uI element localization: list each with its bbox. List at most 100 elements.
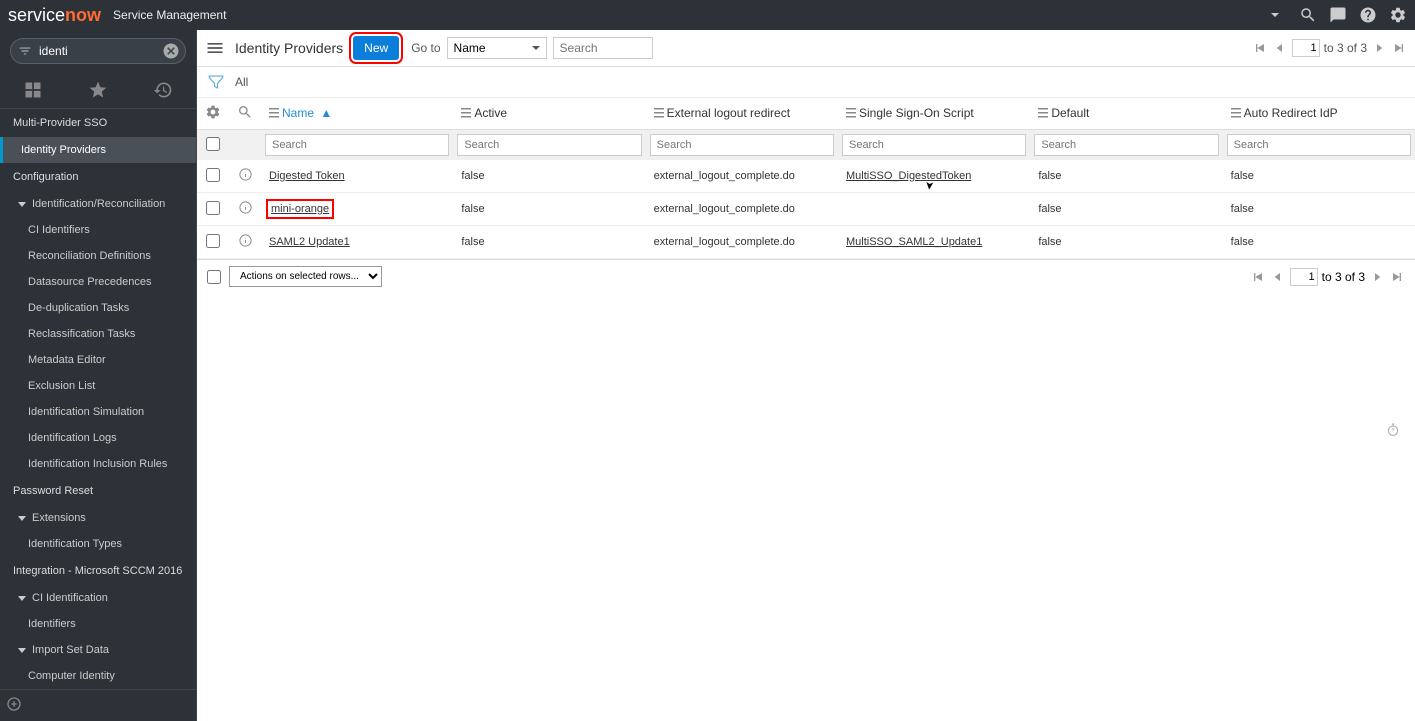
nav-tree[interactable]: Multi-Provider SSOIdentity ProvidersConf… [0,109,196,689]
nav-sub-item[interactable]: Reclassification Tasks [0,321,196,347]
goto-search-input[interactable] [553,37,653,59]
name-link[interactable]: mini-orange [269,202,331,216]
sidebar: Multi-Provider SSOIdentity ProvidersConf… [0,30,197,721]
nav-sub-item[interactable]: Exclusion List [0,373,196,399]
search-icon[interactable] [1299,6,1317,24]
nav-sub-item[interactable]: Computer Identity [0,663,196,689]
active-cell: false [453,160,645,193]
column-header[interactable]: Default [1030,98,1222,130]
column-search-input[interactable] [1227,134,1411,156]
table-row: SAML2 Update1falseexternal_logout_comple… [197,226,1415,259]
info-icon[interactable] [229,226,261,259]
footer-select-all[interactable] [207,270,221,284]
filter-funnel-icon[interactable] [207,73,225,91]
nav-sub-item[interactable]: Reconciliation Definitions [0,243,196,269]
page-current-input[interactable] [1292,39,1320,57]
gear-icon[interactable] [205,104,221,120]
filter-bar: All [197,67,1415,98]
table-wrap: Name ▲ActiveExternal logout redirectSing… [197,98,1415,721]
nav-sub-item[interactable]: Metadata Editor [0,347,196,373]
nav-sub-item[interactable]: CI Identifiers [0,217,196,243]
next-page-icon[interactable] [1371,40,1387,56]
first-page-icon[interactable] [1252,40,1268,56]
active-cell: false [453,226,645,259]
actions-select[interactable]: Actions on selected rows... [229,266,382,287]
history-tab-icon[interactable] [153,80,173,100]
column-search-input[interactable] [265,134,449,156]
add-icon[interactable] [6,696,22,712]
nav-sub-item[interactable]: Datasource Precedences [0,269,196,295]
last-page-icon[interactable] [1391,40,1407,56]
nav-sub-item[interactable]: Identifiers [0,611,196,637]
column-header[interactable]: Auto Redirect IdP [1223,98,1415,130]
table-footer: Actions on selected rows... to 3 of 3 [197,259,1415,293]
name-link[interactable]: SAML2 Update1 [269,236,350,248]
sso-link[interactable]: MultiSSO_DigestedToken [846,170,971,182]
name-link[interactable]: Digested Token [269,170,345,182]
nav-item[interactable]: Identity Providers [0,137,196,163]
filter-all-link[interactable]: All [235,75,248,89]
pager-text: to 3 of 3 [1322,270,1365,284]
favorites-tab-icon[interactable] [88,80,108,100]
prev-page-icon[interactable] [1272,40,1288,56]
nav-sub-item[interactable]: De-duplication Tasks [0,295,196,321]
list-header: Identity Providers New Go to Name to 3 o… [197,30,1415,67]
table-row: Digested Tokenfalseexternal_logout_compl… [197,160,1415,193]
column-header[interactable]: External logout redirect [646,98,838,130]
row-checkbox[interactable] [206,201,220,215]
external-cell: external_logout_complete.do [646,160,838,193]
chat-icon[interactable] [1329,6,1347,24]
first-page-icon[interactable] [1250,269,1266,285]
default-cell: false [1030,193,1222,226]
row-checkbox[interactable] [206,168,220,182]
app-label: Service Management [113,8,226,22]
column-search-input[interactable] [1034,134,1218,156]
page-current-input[interactable] [1290,268,1318,286]
top-header: servicenow Service Management [0,0,1415,30]
stopwatch-icon[interactable] [1385,422,1401,441]
hamburger-icon[interactable] [205,38,225,58]
nav-group[interactable]: CI Identification [0,585,196,611]
column-header[interactable]: Active [453,98,645,130]
last-page-icon[interactable] [1389,269,1405,285]
gear-icon[interactable] [1389,6,1407,24]
nav-section[interactable]: Password Reset [0,477,196,505]
user-menu[interactable] [1263,13,1287,17]
goto-field-select[interactable]: Name [447,37,547,59]
default-cell: false [1030,160,1222,193]
column-search-input[interactable] [457,134,641,156]
new-button[interactable]: New [353,36,399,60]
select-all-checkbox[interactable] [201,137,225,151]
nav-sub-item[interactable]: Identification Types [0,531,196,557]
nav-group[interactable]: Identification/Reconciliation [0,191,196,217]
auto-cell: false [1223,193,1415,226]
nav-group[interactable]: Extensions [0,505,196,531]
nav-group[interactable]: Import Set Data [0,637,196,663]
column-search-input[interactable] [650,134,834,156]
nav-sub-item[interactable]: Identification Logs [0,425,196,451]
search-icon[interactable] [237,104,253,120]
nav-section[interactable]: Multi-Provider SSO [0,109,196,137]
row-checkbox[interactable] [206,234,220,248]
clear-icon[interactable] [162,42,180,60]
help-icon[interactable] [1359,6,1377,24]
info-icon[interactable] [229,193,261,226]
info-icon[interactable] [229,160,261,193]
nav-sub-item[interactable]: Identification Simulation [0,399,196,425]
column-header[interactable]: Name ▲ [261,98,453,130]
prev-page-icon[interactable] [1270,269,1286,285]
nav-section[interactable]: Integration - Microsoft SCCM 2016 [0,557,196,585]
external-cell: external_logout_complete.do [646,193,838,226]
column-header[interactable]: Single Sign-On Script [838,98,1030,130]
nav-sub-item[interactable]: Identification Inclusion Rules [0,451,196,477]
nav-filter-input[interactable] [10,38,186,64]
goto-label: Go to [411,41,440,55]
table-row: mini-orange false external_logout_complete… [197,193,1415,226]
column-search-input[interactable] [842,134,1026,156]
nav-section[interactable]: Configuration [0,163,196,191]
nav-tabs [0,72,196,109]
apps-tab-icon[interactable] [23,80,43,100]
sso-link[interactable]: MultiSSO_SAML2_Update1 [846,236,982,248]
list-title: Identity Providers [235,40,343,56]
next-page-icon[interactable] [1369,269,1385,285]
